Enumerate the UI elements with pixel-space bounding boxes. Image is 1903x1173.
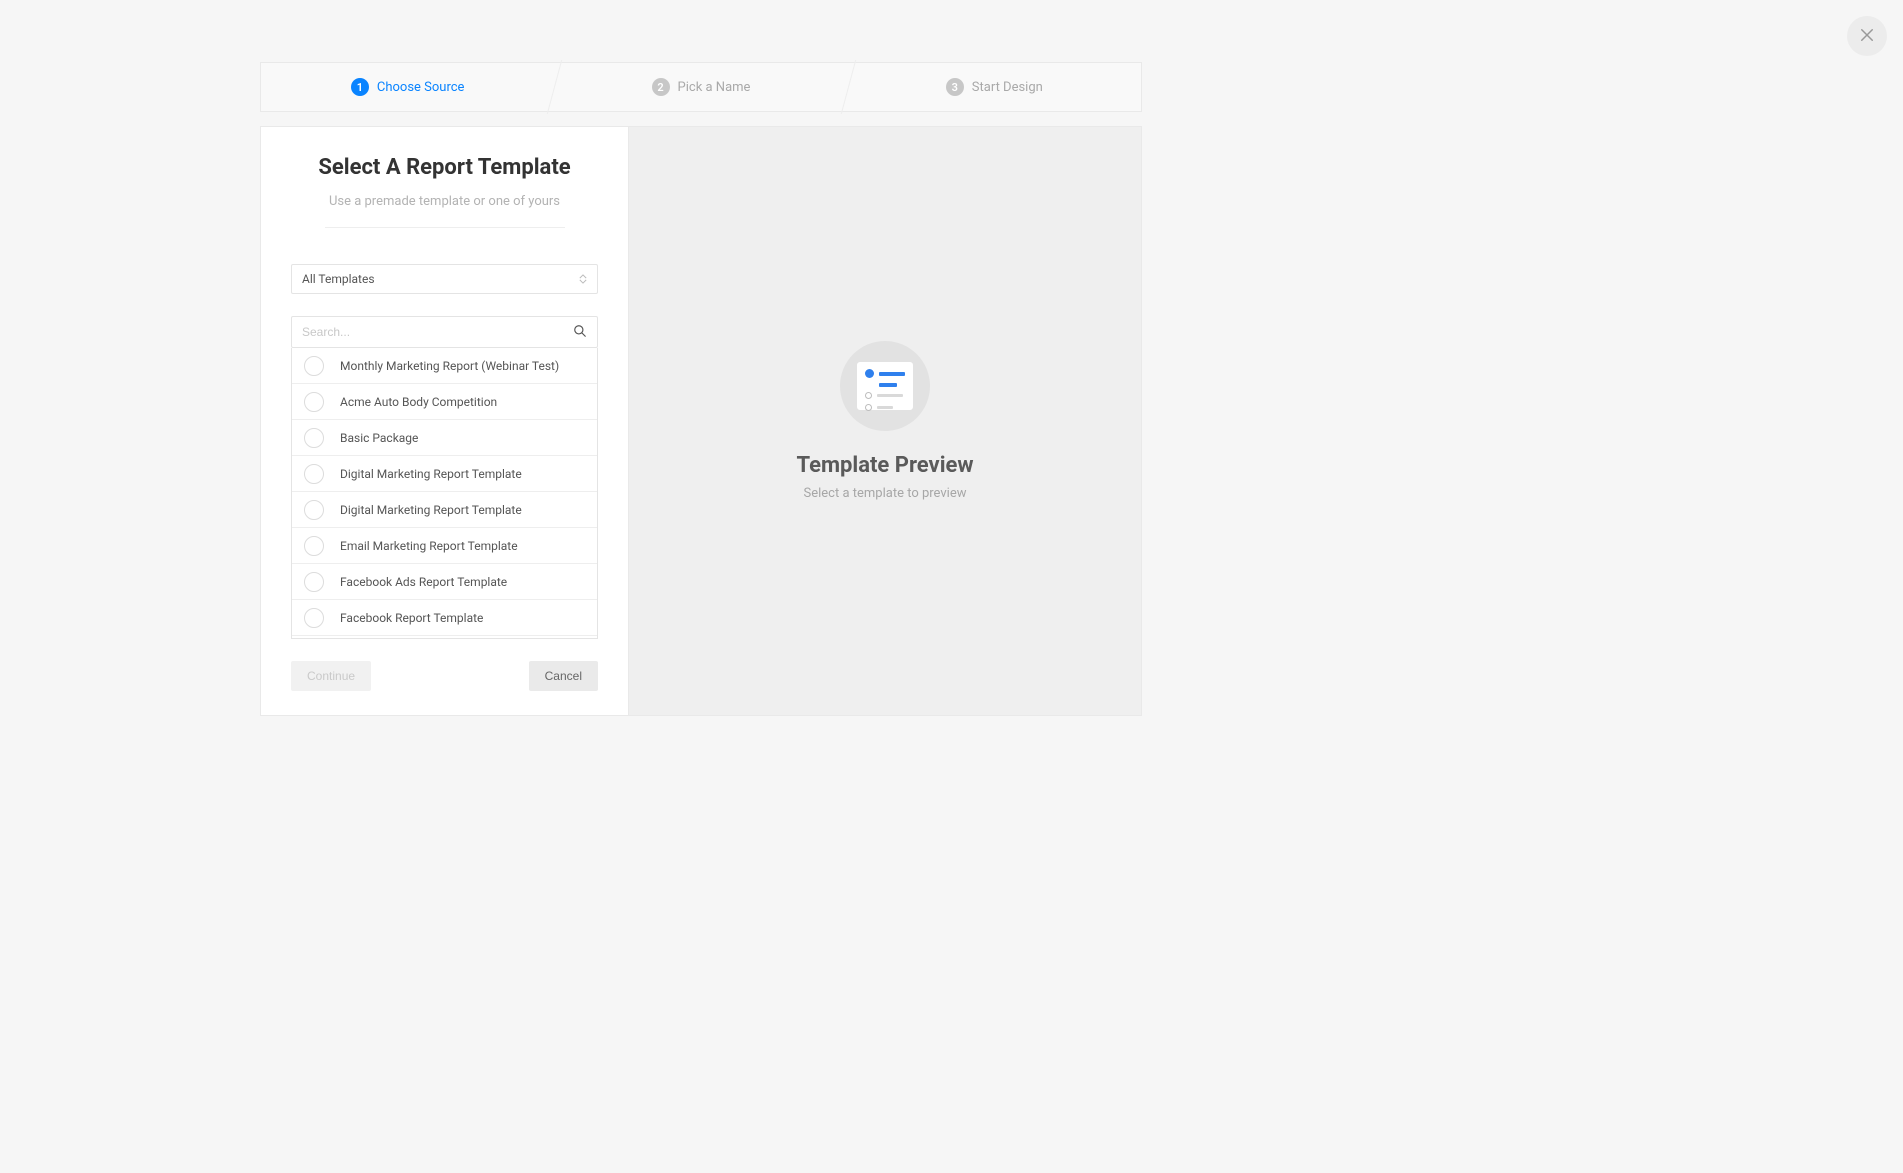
template-row[interactable]: Digital Marketing Report Template [292,492,597,528]
template-list[interactable]: Monthly Marketing Report (Webinar Test) A… [291,348,598,639]
cancel-button[interactable]: Cancel [529,661,598,691]
dropdown-selected-label: All Templates [302,272,375,286]
radio-icon [304,392,324,412]
template-row[interactable]: Google Ads Report Template [292,636,597,639]
template-selection-panel: Select A Report Template Use a premade t… [261,127,629,715]
template-row-label: Basic Package [340,431,418,445]
radio-icon [304,356,324,376]
document-icon [857,362,913,410]
radio-icon [304,428,324,448]
radio-icon [304,536,324,556]
step-start-design[interactable]: 3 Start Design [848,78,1141,96]
panel-actions: Continue Cancel [291,661,598,691]
template-preview-panel: Template Preview Select a template to pr… [629,127,1141,715]
preview-title: Template Preview [796,453,973,478]
chevron-updown-icon [579,274,587,284]
step-pick-a-name[interactable]: 2 Pick a Name [554,78,847,96]
wizard-body: Select A Report Template Use a premade t… [260,126,1142,716]
template-row[interactable]: Facebook Report Template [292,600,597,636]
template-row[interactable]: Digital Marketing Report Template [292,456,597,492]
template-row-label: Facebook Report Template [340,611,483,625]
template-row-label: Monthly Marketing Report (Webinar Test) [340,359,559,373]
radio-icon [304,608,324,628]
template-row[interactable]: Basic Package [292,420,597,456]
search-input[interactable] [302,325,565,339]
step-label: Start Design [972,80,1043,95]
template-row-label: Digital Marketing Report Template [340,467,522,481]
template-row[interactable]: Email Marketing Report Template [292,528,597,564]
template-row[interactable]: Facebook Ads Report Template [292,564,597,600]
step-number: 3 [946,78,964,96]
radio-icon [304,572,324,592]
step-choose-source[interactable]: 1 Choose Source [261,78,554,96]
template-row[interactable]: Monthly Marketing Report (Webinar Test) [292,348,597,384]
panel-title: Select A Report Template [291,155,598,180]
radio-icon [304,464,324,484]
preview-placeholder-icon [840,341,930,431]
template-row-label: Digital Marketing Report Template [340,503,522,517]
step-number: 1 [351,78,369,96]
search-icon [573,323,587,342]
panel-subtitle: Use a premade template or one of yours [325,194,565,228]
wizard: 1 Choose Source 2 Pick a Name 3 Start De… [260,62,1142,716]
template-row-label: Acme Auto Body Competition [340,395,497,409]
step-label: Pick a Name [678,80,751,95]
close-icon [1858,26,1876,47]
template-row[interactable]: Acme Auto Body Competition [292,384,597,420]
radio-icon [304,500,324,520]
template-row-label: Facebook Ads Report Template [340,575,507,589]
preview-subtitle: Select a template to preview [804,486,967,501]
close-button[interactable] [1847,16,1887,56]
template-row-label: Email Marketing Report Template [340,539,518,553]
template-search[interactable] [291,316,598,348]
continue-button[interactable]: Continue [291,661,371,691]
template-filter-dropdown[interactable]: All Templates [291,264,598,294]
step-bar: 1 Choose Source 2 Pick a Name 3 Start De… [260,62,1142,112]
step-number: 2 [652,78,670,96]
step-label: Choose Source [377,80,465,95]
